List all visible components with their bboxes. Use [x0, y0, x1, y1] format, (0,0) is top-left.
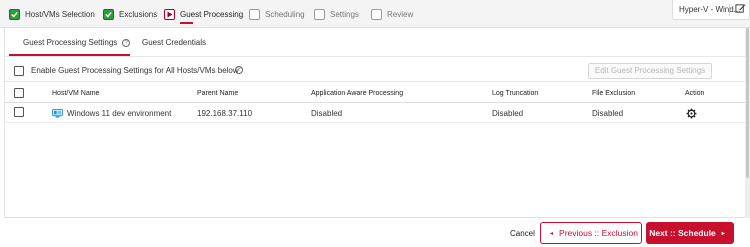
column-header-host-vm-name[interactable]: Host/VM Name: [52, 90, 99, 97]
chevron-left-icon: ◂: [550, 230, 554, 237]
help-icon[interactable]: ?: [235, 66, 243, 74]
enable-settings-row: Enable Guest Processing Settings for All…: [5, 60, 745, 82]
step-label: Host/VMs Selection: [25, 9, 95, 19]
next-button-label: Next :: Schedule: [649, 228, 716, 238]
current-step-icon: [164, 8, 175, 20]
table-row[interactable]: Windows 11 dev environment 192.168.37.11…: [5, 104, 745, 123]
checkbox-empty-icon: [314, 8, 325, 20]
guest-processing-panel: Guest Processing Settings ? Guest Creden…: [4, 28, 746, 218]
previous-button[interactable]: ◂ Previous :: Exclusion: [540, 222, 642, 244]
step-review[interactable]: Review: [371, 7, 413, 21]
step-host-vms-selection[interactable]: Host/VMs Selection: [9, 7, 95, 21]
tab-label: Guest Credentials: [142, 38, 207, 47]
edit-icon[interactable]: [735, 3, 746, 14]
table-header: Host/VM Name Parent Name Application Awa…: [5, 85, 745, 103]
file-exclusion-value: Disabled: [592, 109, 624, 118]
checkbox-empty-icon: [249, 8, 260, 20]
check-icon: [103, 8, 114, 20]
tab-guest-processing-settings[interactable]: Guest Processing Settings ?: [23, 38, 131, 47]
scrollbar-thumb[interactable]: [746, 28, 749, 178]
step-label: Review: [387, 9, 414, 19]
step-guest-processing[interactable]: Guest Processing: [164, 7, 243, 21]
select-all-checkbox[interactable]: [14, 88, 24, 98]
help-icon[interactable]: ?: [122, 38, 131, 47]
step-label: Guest Processing: [180, 9, 244, 19]
panel-tabs: Guest Processing Settings ? Guest Creden…: [5, 28, 745, 57]
step-settings[interactable]: Settings: [314, 7, 359, 21]
checkbox-empty-icon: [371, 8, 382, 20]
previous-button-label: Previous :: Exclusion: [559, 228, 638, 238]
column-header-log-truncation[interactable]: Log Truncation: [492, 90, 538, 97]
vm-name: Windows 11 dev environment: [67, 109, 172, 118]
context-tab-label: Hyper-V - Wind...: [679, 5, 741, 14]
edit-guest-processing-settings-button[interactable]: Edit Guest Processing Settings: [588, 63, 712, 79]
step-exclusions[interactable]: Exclusions: [103, 7, 157, 21]
chevron-right-icon: ▸: [721, 230, 725, 237]
context-tab[interactable]: Hyper-V - Wind...: [672, 0, 750, 20]
enable-all-checkbox[interactable]: [14, 66, 24, 76]
column-header-app-aware[interactable]: Application Aware Processing: [311, 90, 403, 97]
check-icon: [9, 8, 20, 20]
tab-guest-credentials[interactable]: Guest Credentials: [142, 38, 206, 47]
wizard-steps-bar: Host/VMs Selection Exclusions Guest Proc…: [0, 0, 750, 28]
log-truncation-value: Disabled: [492, 109, 524, 118]
cancel-button[interactable]: Cancel: [510, 229, 535, 238]
active-tab-underline: [9, 54, 130, 56]
step-scheduling[interactable]: Scheduling: [249, 7, 305, 21]
row-checkbox[interactable]: [14, 107, 24, 117]
column-header-parent-name[interactable]: Parent Name: [197, 90, 238, 97]
vertical-scrollbar[interactable]: [745, 28, 750, 218]
parent-name: 192.168.37.110: [197, 109, 253, 118]
current-step-underline: [180, 22, 193, 24]
column-header-file-exclusion[interactable]: File Exclusion: [592, 90, 635, 97]
vm-icon: [52, 109, 63, 118]
column-header-action: Action: [685, 90, 705, 97]
app-aware-value: Disabled: [311, 109, 343, 118]
divider: [729, 4, 730, 16]
step-label: Scheduling: [265, 9, 305, 19]
step-label: Exclusions: [119, 9, 158, 19]
enable-all-label: Enable Guest Processing Settings for All…: [31, 66, 239, 75]
gear-icon[interactable]: [686, 108, 697, 119]
tab-label: Guest Processing Settings: [23, 38, 118, 47]
step-label: Settings: [330, 9, 359, 19]
next-button[interactable]: Next :: Schedule ▸: [646, 222, 734, 244]
